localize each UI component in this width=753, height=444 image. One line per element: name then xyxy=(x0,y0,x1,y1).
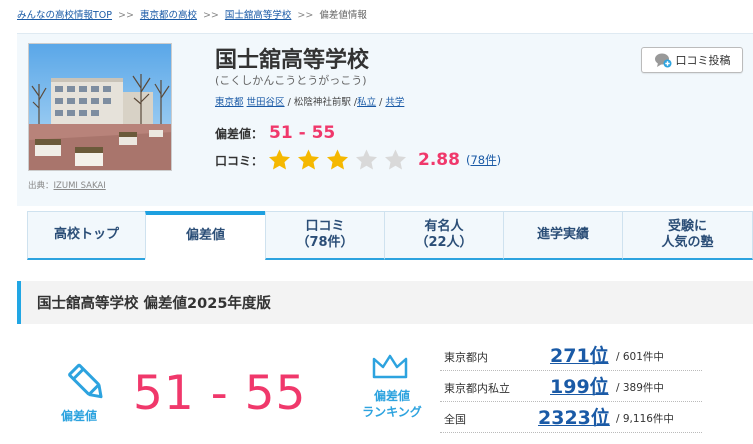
school-photo[interactable] xyxy=(28,43,172,171)
review-score: 2.88 xyxy=(418,150,460,170)
tab-sublabel: （78件） xyxy=(296,235,354,250)
tab-label: 偏差値 xyxy=(185,228,225,244)
breadcrumb-link-tokyo[interactable]: 東京都の高校 xyxy=(140,10,197,21)
review-label: 口コミ： xyxy=(215,153,264,168)
tab-label: 高校トップ xyxy=(53,226,119,242)
review-count: (78件) xyxy=(466,152,501,168)
tab-label: 受験に xyxy=(667,218,707,234)
kuchikomi-post-button[interactable]: 口コミ投稿 xyxy=(641,47,743,73)
star-icon xyxy=(298,149,320,170)
tag-prefecture[interactable]: 東京都 xyxy=(215,97,244,108)
breadcrumb-link-top[interactable]: みんなの高校情報TOP xyxy=(17,10,112,21)
crown-icon xyxy=(372,354,408,379)
school-tabs: 高校トップ 偏差値 口コミ （78件） 有名人 （22人） 進学実績 受験に 人気の塾 xyxy=(27,211,753,260)
ranking-row-tokyo: 東京都内 271位 / 601件中 xyxy=(440,340,702,371)
breadcrumb-separator: >> xyxy=(202,10,219,21)
school-kana: (こくしかんこうとうがっこう) xyxy=(215,74,367,87)
ranking-label-line2: ランキング xyxy=(362,404,422,419)
review-row: 口コミ： 2.88 (78件) xyxy=(215,148,501,172)
pencil-icon-wrap xyxy=(62,356,116,406)
photo-caption-author[interactable]: IZUMI SAKAI xyxy=(54,181,106,191)
tab-popular-juku[interactable]: 受験に 人気の塾 xyxy=(622,211,753,260)
tab-sublabel: 人気の塾 xyxy=(661,235,714,250)
tab-reviews[interactable]: 口コミ （78件） xyxy=(265,211,385,260)
review-stars xyxy=(267,148,412,172)
tag-type[interactable]: 私立 xyxy=(357,97,376,108)
review-count-close-paren: ) xyxy=(496,153,502,167)
school-tags: 東京都 世田谷区 / 松陰神社前駅 /私立 / 共学 xyxy=(215,94,404,108)
ranking-total: / 9,116件中 xyxy=(616,413,674,425)
tab-sublabel: （22人） xyxy=(415,235,473,250)
tab-celebrities[interactable]: 有名人 （22人） xyxy=(384,211,504,260)
breadcrumb: みんなの高校情報TOP >> 東京都の高校 >> 国士舘高等学校 >> 偏差値情報 xyxy=(17,7,367,21)
star-icon xyxy=(269,149,291,170)
tab-deviation[interactable]: 偏差値 xyxy=(145,211,266,260)
deviation-label: 偏差値： xyxy=(215,127,264,141)
ranking-label: 偏差値 ランキング xyxy=(352,389,432,420)
tag-gender[interactable]: 共学 xyxy=(385,97,404,108)
school-photo-image xyxy=(29,44,171,170)
breadcrumb-separator: >> xyxy=(118,10,134,21)
crown-icon-wrap xyxy=(371,353,409,385)
ranking-label-line1: 偏差値 xyxy=(373,389,410,403)
tab-school-top[interactable]: 高校トップ xyxy=(27,211,146,260)
star-icon xyxy=(356,149,378,170)
tab-university-results[interactable]: 進学実績 xyxy=(503,211,623,260)
ranking-total: / 389件中 xyxy=(616,382,664,394)
ranking-row-national: 全国 2323位 / 9,116件中 xyxy=(440,402,702,433)
deviation-value: 51 - 55 xyxy=(269,123,336,143)
tag-slash: / xyxy=(287,97,291,108)
tab-label: 口コミ xyxy=(305,218,345,234)
school-name: 国士舘高等学校 xyxy=(215,48,370,73)
ranking-area: 全国 xyxy=(444,413,466,426)
deviation-row: 偏差値： 51 - 55 xyxy=(215,123,335,143)
tab-label: 進学実績 xyxy=(536,226,589,242)
tab-label: 有名人 xyxy=(424,218,464,234)
ranking-position-link[interactable]: 271位 xyxy=(550,341,609,368)
ranking-area: 東京都内 xyxy=(444,351,488,364)
ranking-row-tokyo-private: 東京都内私立 199位 / 389件中 xyxy=(440,371,702,402)
star-icon xyxy=(385,149,407,170)
ranking-area: 東京都内私立 xyxy=(444,382,510,395)
tag-slash: / xyxy=(379,97,383,108)
review-count-link[interactable]: 78件 xyxy=(470,153,496,167)
star-icon xyxy=(327,149,349,170)
ranking-position-link[interactable]: 2323位 xyxy=(538,403,610,430)
big-deviation-label: 偏差値 xyxy=(61,409,98,423)
ranking-position-link[interactable]: 199位 xyxy=(550,372,609,399)
breadcrumb-separator: >> xyxy=(297,10,314,21)
kuchikomi-post-label: 口コミ投稿 xyxy=(675,54,731,67)
big-deviation-value: 51 - 55 xyxy=(133,366,307,421)
tag-station: 松陰神社前駅 xyxy=(293,97,351,108)
chat-plus-icon xyxy=(654,53,671,68)
breadcrumb-current: 偏差値情報 xyxy=(319,10,367,21)
section-title: 国士舘高等学校 偏差値2025年度版 xyxy=(17,281,753,324)
breadcrumb-link-school[interactable]: 国士舘高等学校 xyxy=(225,10,292,21)
photo-caption: 出典：IZUMI SAKAI xyxy=(28,179,106,191)
ranking-table: 東京都内 271位 / 601件中 東京都内私立 199位 / 389件中 全国… xyxy=(440,340,702,433)
photo-caption-prefix: 出典： xyxy=(28,181,54,191)
pencil-icon xyxy=(68,363,103,399)
tag-city[interactable]: 世田谷区 xyxy=(247,97,285,108)
ranking-total: / 601件中 xyxy=(616,351,664,363)
